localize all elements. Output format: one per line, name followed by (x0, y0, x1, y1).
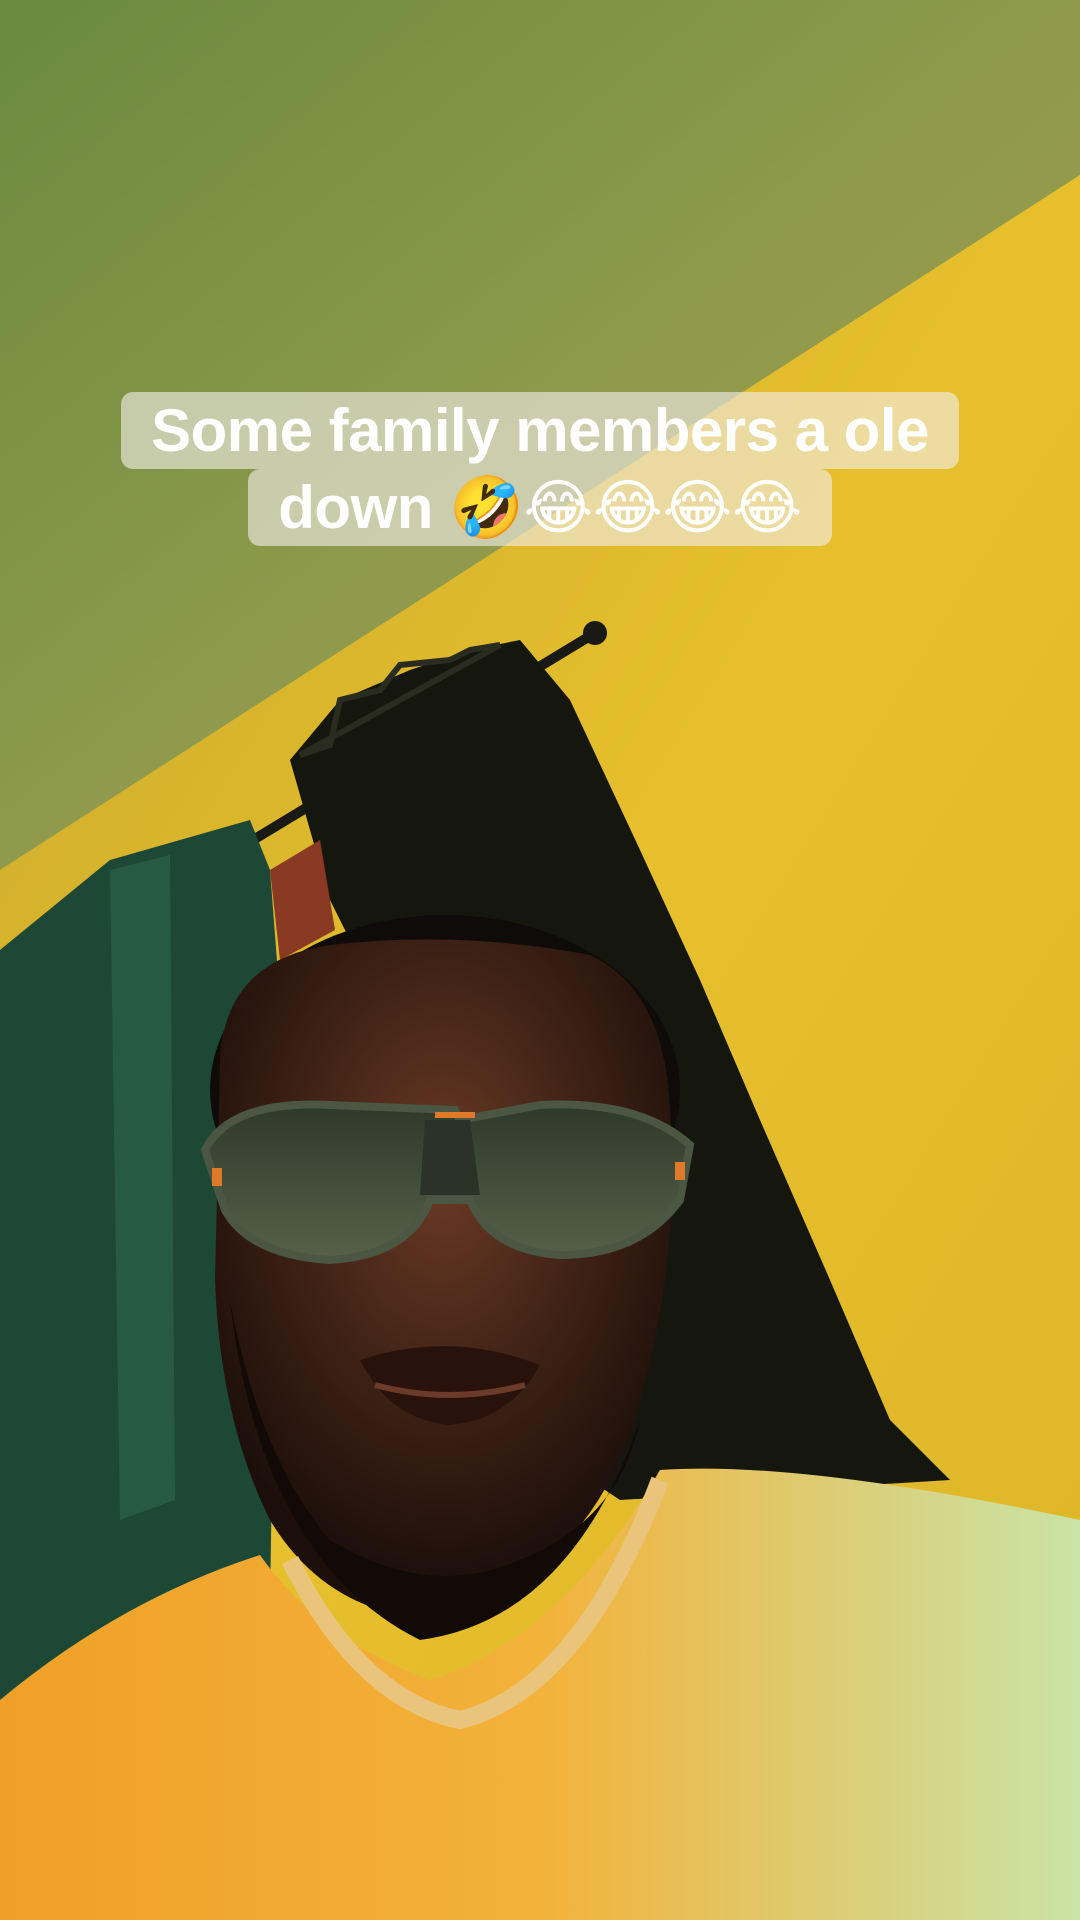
caption-line-2: down 🤣😂😂😂😂 (248, 469, 832, 546)
caption-line-1: Some family members a ole (121, 392, 959, 469)
video-frame: Some family members a ole down 🤣😂😂😂😂 (0, 0, 1080, 1920)
caption-overlay: Some family members a ole down 🤣😂😂😂😂 (0, 392, 1080, 546)
scene-illustration (0, 0, 1080, 1920)
